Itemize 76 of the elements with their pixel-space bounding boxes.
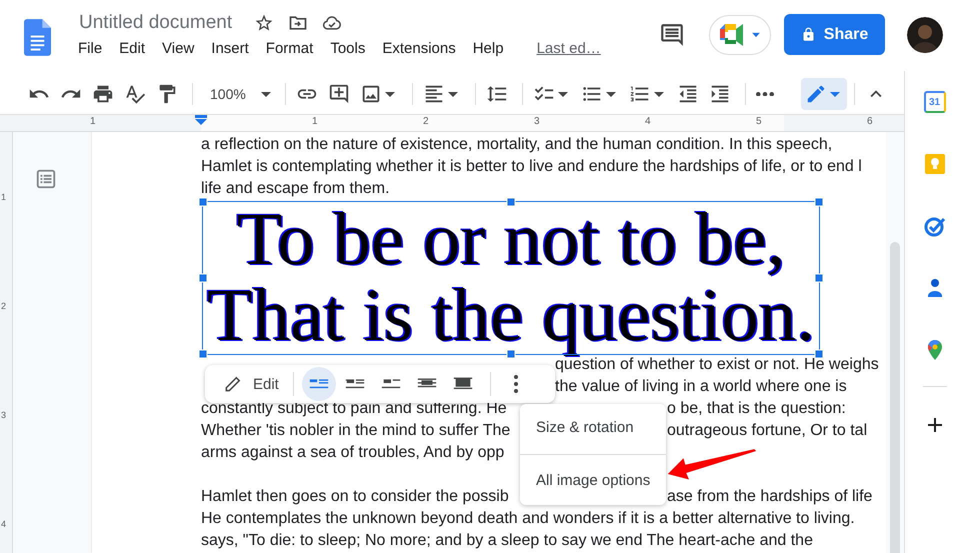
- text-image[interactable]: To be or not to be, That is the question.: [203, 202, 819, 354]
- caret-icon: [830, 92, 840, 96]
- resize-handle[interactable]: [506, 350, 516, 358]
- paragraph-line: o be, that is the question:: [667, 399, 846, 419]
- menu-item[interactable]: Edit: [119, 40, 154, 57]
- ruler-number: 3: [534, 116, 540, 127]
- paragraph-line: life and escape from them.: [201, 179, 391, 199]
- docs-logo-icon[interactable]: [24, 19, 51, 56]
- more-icon: [756, 92, 774, 96]
- paragraph-line: a reflection on the nature of existence, mortality, and the human condition. In this speech,: [201, 135, 834, 155]
- add-comment-icon: [328, 83, 350, 105]
- caret-icon: [448, 92, 458, 96]
- ruler-number: 1: [312, 116, 318, 127]
- share-button[interactable]: Share: [784, 14, 885, 55]
- document-outline-icon[interactable]: [35, 168, 57, 190]
- user-avatar[interactable]: [907, 16, 943, 52]
- caret-icon: [260, 92, 271, 96]
- text-wrap-button[interactable]: [302, 367, 336, 401]
- scrollbar-thumb[interactable]: [890, 242, 900, 553]
- menu-item[interactable]: File: [78, 40, 112, 57]
- edit-image-button[interactable]: Edit: [215, 374, 285, 394]
- menu-item[interactable]: Tools: [330, 40, 374, 57]
- editing-mode-button[interactable]: [801, 78, 848, 110]
- paragraph-line: He contemplates the unknown beyond death and wonders if it is a better alternative to living.: [201, 509, 855, 529]
- ruler-number: 5: [756, 116, 762, 127]
- paragraph-line: ase from the hardships of life: [667, 487, 872, 507]
- paragraph-line: question of whether to exist or not. He weighs: [555, 356, 879, 375]
- menu-item[interactable]: Format: [266, 40, 322, 57]
- menu-item[interactable]: Help: [472, 40, 513, 57]
- paragraph-line: Hamlet then goes on to consider the possib: [201, 487, 509, 507]
- last-edit-link[interactable]: Last ed…: [536, 40, 601, 57]
- ruler-number: 1: [1, 192, 6, 202]
- menu-item[interactable]: Insert: [211, 40, 258, 57]
- more-vertical-icon: [514, 375, 518, 393]
- document-title[interactable]: Untitled document: [79, 12, 232, 34]
- ruler-number: 6: [867, 116, 873, 127]
- lock-icon: [800, 27, 816, 42]
- resize-handle[interactable]: [814, 198, 824, 206]
- caret-icon: [654, 92, 664, 96]
- resize-handle[interactable]: [198, 350, 208, 358]
- spellcheck-icon: [124, 83, 146, 105]
- ruler-number: 1: [90, 116, 96, 127]
- paragraph-line: outrageous fortune, Or to tal: [667, 421, 868, 441]
- resize-handle[interactable]: [198, 198, 208, 206]
- resize-handle[interactable]: [814, 274, 824, 282]
- ruler-number: 2: [1, 301, 6, 311]
- menu-item[interactable]: Size & rotation: [520, 406, 666, 450]
- ruler-number: 3: [1, 410, 6, 420]
- caret-icon: [606, 92, 616, 96]
- image-text: That is the question.: [206, 278, 816, 354]
- indent-marker-icon[interactable]: [195, 115, 207, 125]
- menu-item[interactable]: All image options: [520, 459, 666, 503]
- menu-item[interactable]: Extensions: [382, 40, 465, 57]
- print-icon: [92, 83, 114, 105]
- star-icon[interactable]: [254, 13, 274, 33]
- resize-handle[interactable]: [814, 350, 824, 358]
- meet-button[interactable]: [709, 14, 771, 54]
- pencil-icon: [223, 374, 243, 394]
- caret-icon: [384, 92, 395, 96]
- paragraph-line: the value of living in a world where one is: [555, 377, 847, 397]
- zoom-select[interactable]: 100%: [200, 86, 278, 102]
- ruler-number: 2: [423, 116, 429, 127]
- caret-icon: [558, 92, 568, 96]
- ruler-number: 4: [1, 519, 6, 529]
- ruler-number: 4: [645, 116, 651, 127]
- image-text: To be or not to be,: [236, 202, 786, 278]
- calendar-icon[interactable]: 31: [924, 91, 946, 113]
- paragraph-line: Whether 'tis nobler in the mind to suffer The: [201, 421, 510, 441]
- comment-history-icon[interactable]: [659, 22, 685, 48]
- resize-handle[interactable]: [506, 198, 516, 206]
- paragraph-line: Hamlet is contemplating whether it is better to live and endure the hardships of life, or to end l: [201, 157, 863, 177]
- paragraph-line: arms against a sea of troubles, And by opp: [201, 443, 504, 463]
- paragraph-line: constantly subject to pain and suffering. He: [201, 399, 507, 419]
- menu-item[interactable]: View: [162, 40, 204, 57]
- resize-handle[interactable]: [198, 274, 208, 282]
- paragraph-line: says, "To die: to sleep; No more; and by a sleep to say we end The heart-ache and the: [201, 531, 813, 551]
